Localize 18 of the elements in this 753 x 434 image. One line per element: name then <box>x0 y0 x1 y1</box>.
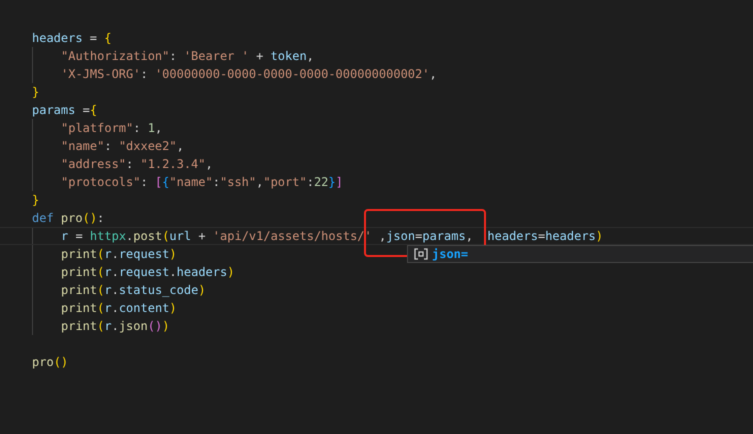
variable-icon <box>414 248 428 260</box>
code-line: 'X-JMS-ORG': '00000000-0000-0000-0000-000000000002', <box>0 65 753 83</box>
code-line: print(r.request.headers) <box>0 263 753 281</box>
code-line: print(r.content) <box>0 299 753 317</box>
code-line: params ={ <box>31 102 98 119</box>
code-line: "protocols": [{"name":"ssh","port":22}] <box>0 173 753 191</box>
code-line: pro() <box>31 354 70 371</box>
code-line: print(r.status_code) <box>0 281 753 299</box>
code-line: "platform": 1, <box>0 119 753 137</box>
code-line: "address": "1.2.3.4", <box>0 155 753 173</box>
code-line: } <box>31 84 40 101</box>
code-line: } <box>31 192 40 209</box>
code-line: def pro(): <box>31 210 106 227</box>
suggestion-item[interactable]: json= <box>432 247 468 261</box>
code-line: "Authorization": 'Bearer ' + token, <box>0 47 753 65</box>
code-line: print(r.json()) <box>0 317 753 335</box>
code-line: headers = { <box>31 30 112 47</box>
code-line: "name": "dxxee2", <box>0 137 753 155</box>
